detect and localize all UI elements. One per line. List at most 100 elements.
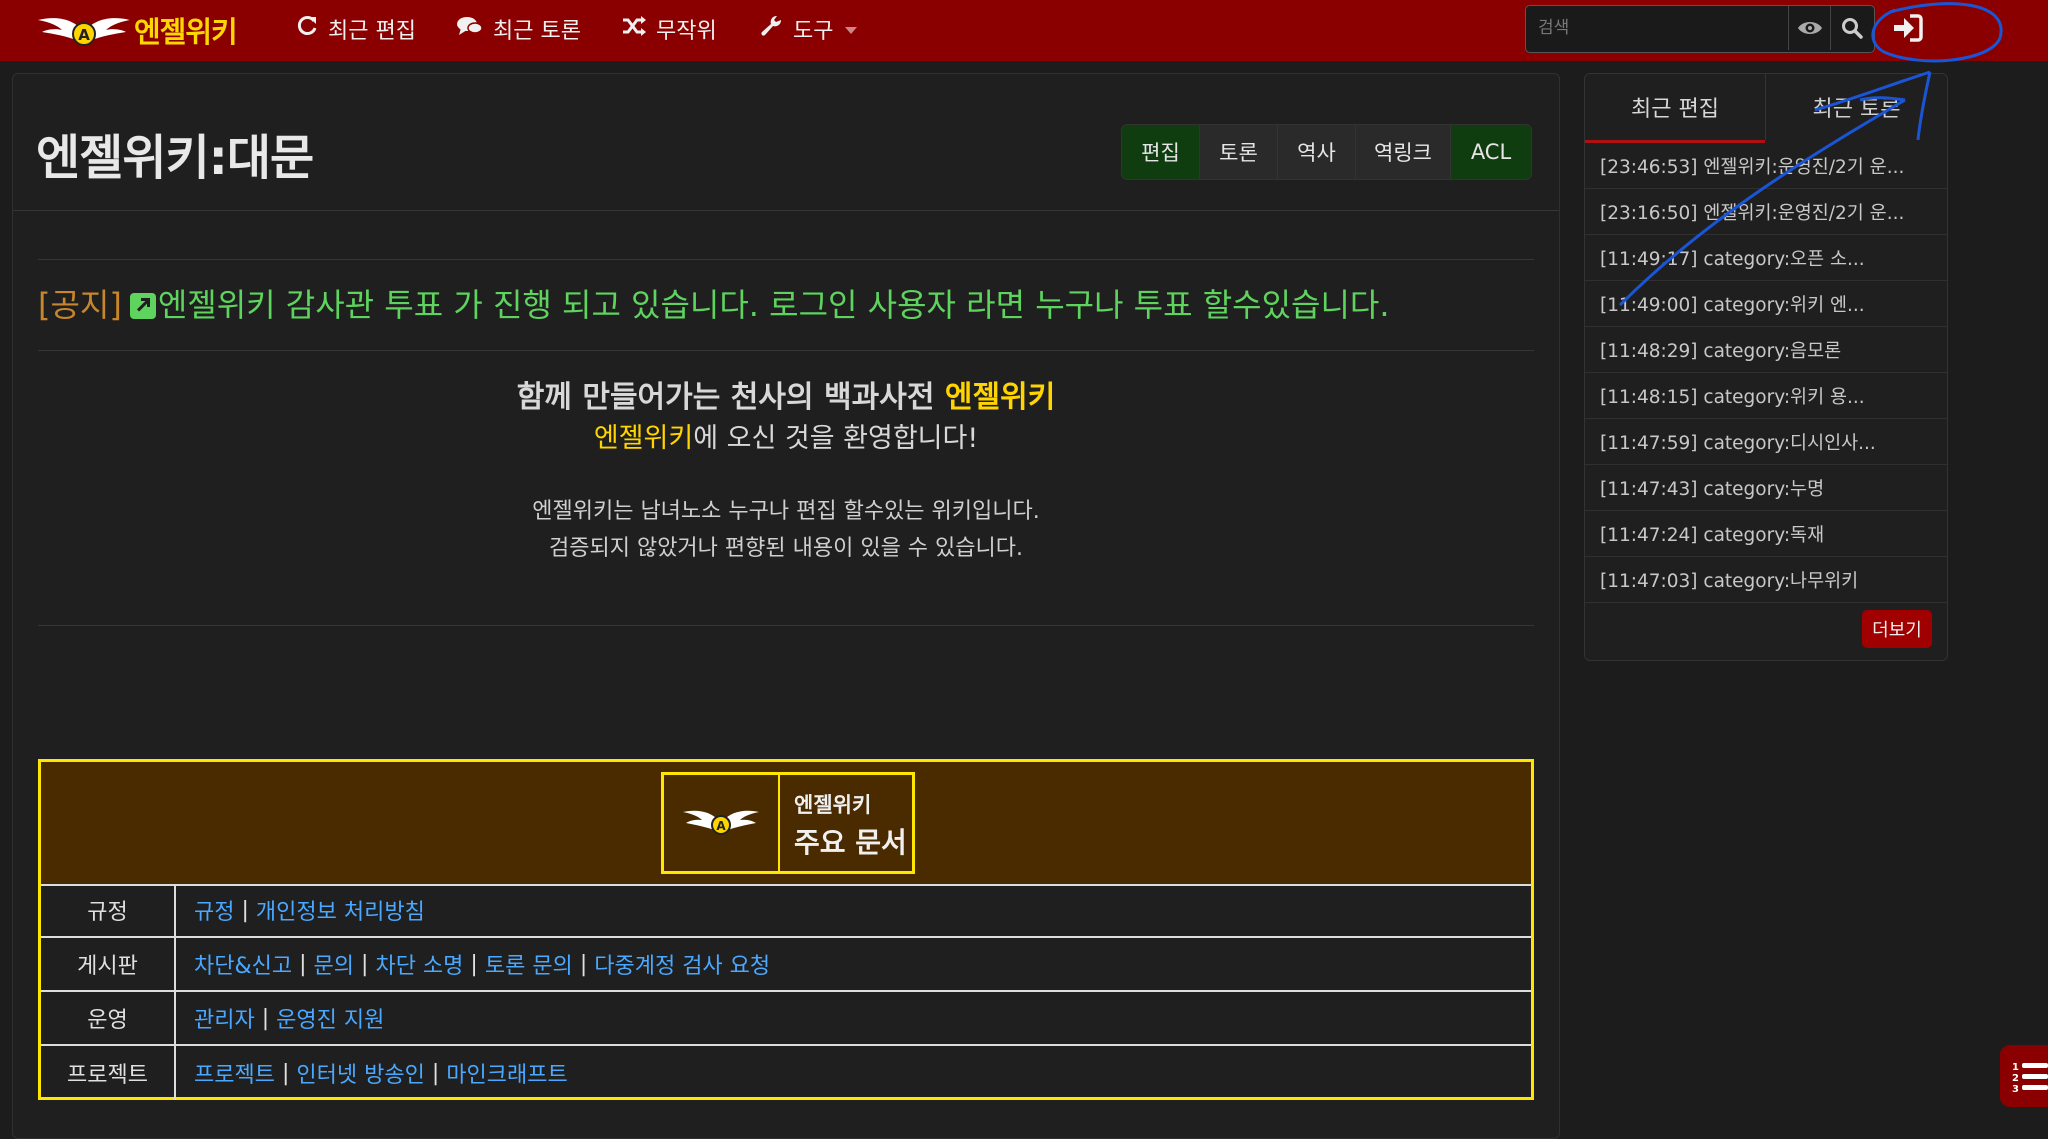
recent-change-item[interactable]: [23:46:53] 엔젤위키:운영진/2기 운... bbox=[1585, 143, 1947, 189]
content-divider bbox=[38, 259, 1534, 260]
toc-button[interactable]: 1 2 3 bbox=[2000, 1045, 2048, 1107]
notice-tag: [공지] bbox=[38, 286, 122, 324]
documents-links: 차단&신고 | 문의 | 차단 소명 | 토론 문의 | 다중계정 검사 요청 bbox=[194, 938, 770, 990]
svg-text:2: 2 bbox=[2012, 1073, 2019, 1084]
nav-tools-label: 도구 bbox=[793, 19, 834, 44]
site-logo[interactable]: A 엔젤위키 bbox=[36, 8, 238, 52]
acl-button[interactable]: ACL bbox=[1451, 125, 1531, 179]
link-separator: | bbox=[470, 951, 478, 977]
documents-category: 프로젝트 bbox=[41, 1046, 176, 1100]
document-link[interactable]: 관리자 bbox=[194, 1002, 255, 1034]
list-ol-icon: 1 2 3 bbox=[2012, 1062, 2048, 1095]
link-separator: | bbox=[299, 951, 307, 977]
welcome-subline-text: 에 오신 것을 환영합니다! bbox=[693, 423, 979, 454]
login-button[interactable] bbox=[1888, 8, 1928, 48]
welcome-subline: 엔젤위키에 오신 것을 환영합니다! bbox=[0, 416, 1572, 455]
svg-text:3: 3 bbox=[2012, 1084, 2019, 1095]
link-separator: | bbox=[361, 951, 369, 977]
welcome-description-1: 엔젤위키는 남녀노소 누구나 편집 할수있는 위키입니다. bbox=[532, 499, 1040, 524]
link-separator: | bbox=[431, 1060, 440, 1086]
main-documents-title: 주요 문서 bbox=[794, 826, 907, 859]
nav-recent-edits-label: 최근 편집 bbox=[328, 19, 416, 44]
nav-recent-edits[interactable]: 최근 편집 bbox=[296, 13, 416, 45]
welcome-headline: 함께 만들어가는 천사의 백과사전 엔젤위키 bbox=[0, 372, 1572, 416]
document-link[interactable]: 마인크래프트 bbox=[446, 1057, 567, 1089]
more-button[interactable]: 더보기 bbox=[1862, 610, 1932, 648]
search-box bbox=[1525, 5, 1875, 53]
recent-change-item[interactable]: [11:47:59] category:디시인사... bbox=[1585, 419, 1947, 465]
angel-wings-logo-icon: A bbox=[683, 810, 759, 835]
nav-random[interactable]: 무작위 bbox=[622, 13, 717, 45]
document-link[interactable]: 규정 bbox=[194, 894, 234, 926]
recent-change-item[interactable]: [11:49:17] category:오픈 소... bbox=[1585, 235, 1947, 281]
nav-recent-discussions-label: 최근 토론 bbox=[493, 19, 581, 44]
shuffle-icon bbox=[622, 15, 646, 43]
wrench-icon bbox=[761, 15, 783, 43]
welcome-headline-text: 함께 만들어가는 천사의 백과사전 bbox=[516, 380, 945, 415]
documents-row: 게시판 차단&신고 | 문의 | 차단 소명 | 토론 문의 | 다중계정 검사 요청 bbox=[41, 938, 1531, 992]
recent-change-item[interactable]: [11:47:03] category:나무위키 bbox=[1585, 557, 1947, 603]
main-documents-header: A 엔젤위키 주요 문서 bbox=[41, 762, 1531, 886]
site-name: 엔젤위키 bbox=[134, 15, 238, 49]
notice-link[interactable]: 엔젤위키 감사관 투표 가 진행 되고 있습니다. 로그인 사용자 라면 누구나… bbox=[158, 286, 1390, 324]
recent-change-item[interactable]: [23:16:50] 엔젤위키:운영진/2기 운... bbox=[1585, 189, 1947, 235]
tab-recent-discussions[interactable]: 최근 토론 bbox=[1765, 74, 1947, 140]
svg-text:1: 1 bbox=[2012, 1062, 2019, 1073]
search-icon bbox=[1842, 18, 1863, 39]
documents-category: 게시판 bbox=[41, 938, 176, 990]
documents-row: 프로젝트 프로젝트 | 인터넷 방송인 | 마인크래프트 bbox=[41, 1046, 1531, 1100]
documents-row: 규정 규정 | 개인정보 처리방침 bbox=[41, 884, 1531, 938]
title-divider bbox=[13, 210, 1559, 211]
link-separator: | bbox=[281, 1060, 290, 1086]
document-link[interactable]: 다중계정 검사 요청 bbox=[594, 948, 770, 980]
document-link[interactable]: 차단 소명 bbox=[375, 948, 463, 980]
eye-icon bbox=[1798, 22, 1822, 34]
search-button[interactable] bbox=[1830, 6, 1873, 50]
link-separator: | bbox=[579, 951, 588, 977]
recent-change-item[interactable]: [11:48:29] category:음모론 bbox=[1585, 327, 1947, 373]
document-link[interactable]: 차단&신고 bbox=[194, 948, 292, 980]
recent-change-item[interactable]: [11:49:00] category:위키 엔... bbox=[1585, 281, 1947, 327]
page-action-buttons: 편집 토론 역사 역링크 ACL bbox=[1121, 124, 1532, 180]
link-separator: | bbox=[241, 897, 249, 923]
search-input[interactable] bbox=[1526, 6, 1786, 50]
link-separator: | bbox=[261, 1005, 270, 1031]
recent-change-item[interactable]: [11:47:43] category:누명 bbox=[1585, 465, 1947, 511]
notice-banner: [공지] 엔젤위키 감사관 투표 가 진행 되고 있습니다. 로그인 사용자 라면… bbox=[38, 280, 1390, 326]
nav-recent-discussions[interactable]: 최근 토론 bbox=[457, 13, 581, 45]
documents-row: 운영 관리자 | 운영진 지원 bbox=[41, 992, 1531, 1046]
recent-changes-sidebar: 최근 편집 최근 토론 [23:46:53] 엔젤위키:운영진/2기 운...[… bbox=[1584, 73, 1948, 661]
welcome-description-2: 검증되지 않았거나 편향된 내용이 있을 수 있습니다. bbox=[549, 536, 1023, 561]
recent-change-item[interactable]: [11:47:24] category:독재 bbox=[1585, 511, 1947, 557]
edit-button[interactable]: 편집 bbox=[1122, 125, 1200, 179]
documents-links: 관리자 | 운영진 지원 bbox=[194, 992, 384, 1044]
tab-recent-edits[interactable]: 최근 편집 bbox=[1585, 74, 1765, 143]
document-link[interactable]: 프로젝트 bbox=[194, 1057, 275, 1089]
document-link[interactable]: 토론 문의 bbox=[485, 948, 573, 980]
documents-category: 규정 bbox=[41, 884, 176, 936]
history-button[interactable]: 역사 bbox=[1278, 125, 1356, 179]
documents-links: 규정 | 개인정보 처리방침 bbox=[194, 884, 425, 936]
sign-in-icon bbox=[1894, 14, 1923, 42]
external-link-icon bbox=[129, 293, 156, 319]
backlinks-button[interactable]: 역링크 bbox=[1356, 125, 1451, 179]
document-link[interactable]: 개인정보 처리방침 bbox=[256, 894, 425, 926]
main-documents-title-box: A 엔젤위키 주요 문서 bbox=[661, 772, 915, 874]
page-title: 엔젤위키:대문 bbox=[36, 130, 314, 186]
angel-wings-logo-icon: A bbox=[38, 18, 130, 46]
welcome-subline-highlight: 엔젤위키 bbox=[593, 423, 694, 454]
svg-text:A: A bbox=[78, 26, 90, 44]
welcome-headline-highlight: 엔젤위키 bbox=[944, 380, 1056, 415]
documents-category: 운영 bbox=[41, 992, 176, 1044]
top-navbar: A 엔젤위키 최근 편집 최근 토론 무작위 도구 bbox=[0, 0, 2048, 61]
document-link[interactable]: 문의 bbox=[314, 948, 354, 980]
nav-tools-dropdown[interactable]: 도구 bbox=[761, 13, 858, 45]
comments-icon bbox=[457, 15, 483, 43]
title-box-divider bbox=[778, 775, 780, 871]
nav-random-label: 무작위 bbox=[656, 19, 717, 44]
document-link[interactable]: 인터넷 방송인 bbox=[296, 1057, 424, 1089]
discussion-button[interactable]: 토론 bbox=[1200, 125, 1278, 179]
preview-button[interactable] bbox=[1788, 6, 1831, 50]
document-link[interactable]: 운영진 지원 bbox=[276, 1002, 384, 1034]
recent-change-item[interactable]: [11:48:15] category:위키 용... bbox=[1585, 373, 1947, 419]
